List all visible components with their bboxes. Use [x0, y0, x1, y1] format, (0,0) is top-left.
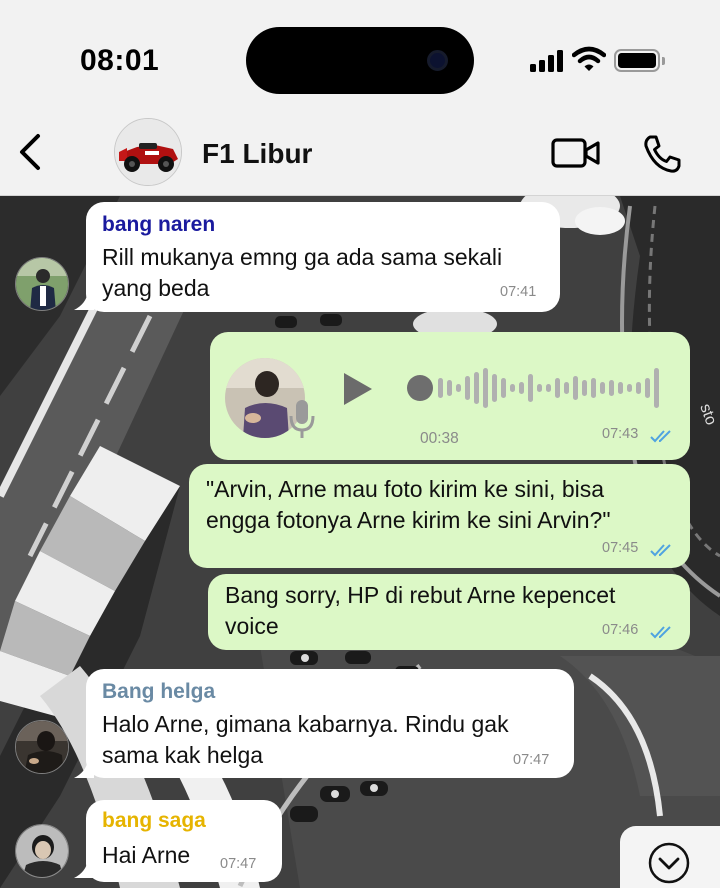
- battery-icon: [614, 49, 665, 72]
- avatar[interactable]: [15, 824, 69, 878]
- message-time: 07:46: [602, 622, 639, 638]
- voice-duration: 00:38: [420, 430, 459, 447]
- front-camera: [427, 50, 448, 71]
- message-time: 07:41: [500, 284, 537, 300]
- sender-name[interactable]: bang saga: [102, 808, 206, 834]
- message-text: Hai Arne: [102, 842, 191, 868]
- message-time: 07:47: [513, 752, 550, 768]
- message-text: Halo Arne, gimana kabarnya. Rindu gak: [102, 711, 509, 737]
- play-icon[interactable]: [342, 372, 374, 406]
- message-text: sama kak helga: [102, 742, 264, 768]
- message-bubble-outgoing[interactable]: Bang sorry, HP di rebut Arne kepencet vo…: [208, 574, 690, 650]
- wifi-icon: [572, 46, 606, 71]
- status-bar: 08:01: [0, 0, 720, 110]
- avatar[interactable]: [15, 720, 69, 774]
- dynamic-island: [246, 27, 474, 94]
- message-list[interactable]: sto bang naren Rill mukanya emng ga ada …: [0, 196, 720, 888]
- message-text: yang beda: [102, 275, 210, 301]
- double-check-icon: [650, 626, 671, 639]
- message-time: 07:43: [602, 426, 639, 442]
- message-bubble-outgoing[interactable]: "Arvin, Arne mau foto kirim ke sini, bis…: [189, 464, 690, 568]
- chat-title[interactable]: F1 Libur: [202, 138, 312, 170]
- double-check-icon: [650, 544, 671, 557]
- chat-header: F1 Libur: [0, 110, 720, 196]
- message-text: "Arvin, Arne mau foto kirim ke sini, bis…: [206, 476, 605, 502]
- scroll-to-bottom-button[interactable]: [620, 826, 720, 888]
- message-bubble-incoming[interactable]: bang saga Hai Arne 07:47: [86, 800, 282, 882]
- message-bubble-incoming[interactable]: Bang helga Halo Arne, gimana kabarnya. R…: [86, 669, 574, 778]
- voice-waveform[interactable]: [406, 366, 662, 410]
- video-call-icon[interactable]: [550, 134, 602, 172]
- message-text: voice: [225, 613, 279, 639]
- message-text: Bang sorry, HP di rebut Arne kepencet: [225, 582, 616, 608]
- sender-name[interactable]: Bang helga: [102, 679, 215, 705]
- status-time: 08:01: [80, 44, 160, 77]
- double-check-icon: [650, 430, 671, 443]
- sender-name[interactable]: bang naren: [102, 212, 215, 238]
- message-bubble-incoming[interactable]: bang naren Rill mukanya emng ga ada sama…: [86, 202, 560, 312]
- voice-message-bubble[interactable]: 00:38 07:43: [210, 332, 690, 460]
- microphone-icon: [289, 400, 315, 438]
- cellular-signal-icon: [530, 50, 564, 72]
- chevron-down-icon: [648, 842, 690, 884]
- message-time: 07:45: [602, 540, 639, 556]
- avatar[interactable]: [15, 257, 69, 311]
- message-text: engga fotonya Arne kirim ke sini Arvin?": [206, 507, 611, 533]
- group-avatar[interactable]: [114, 118, 182, 186]
- back-chevron-icon[interactable]: [14, 132, 50, 172]
- message-time: 07:47: [220, 856, 257, 872]
- phone-call-icon[interactable]: [640, 132, 684, 176]
- message-text: Rill mukanya emng ga ada sama sekali: [102, 244, 503, 270]
